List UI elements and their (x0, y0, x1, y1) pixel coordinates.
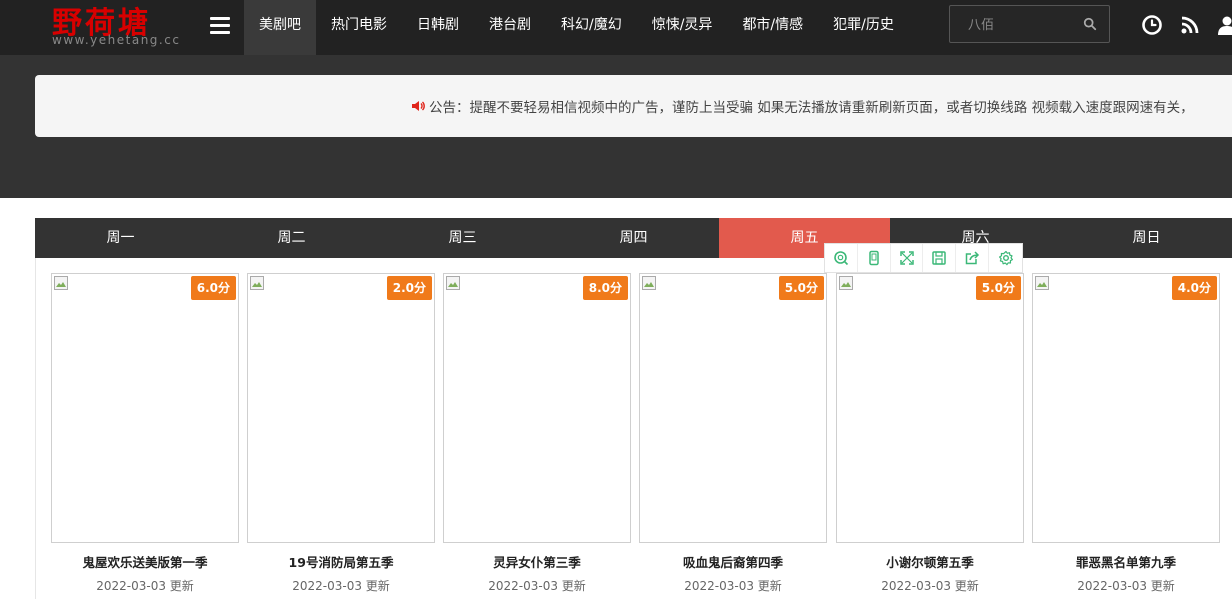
poster-image[interactable]: 4.0分 (1032, 273, 1220, 543)
poster-image[interactable]: 5.0分 (639, 273, 827, 543)
broken-image-icon (446, 276, 460, 290)
toolbar-search-button[interactable] (825, 244, 858, 272)
show-title[interactable]: 小谢尔顿第五季 (836, 552, 1024, 571)
phone-icon (868, 250, 879, 266)
toolbar-share-button[interactable] (956, 244, 990, 272)
nav-item-hk-tw[interactable]: 港台剧 (474, 0, 546, 55)
update-date: 2022-03-03 更新 (684, 579, 782, 593)
toolbar-phone-button[interactable] (858, 244, 891, 272)
show-card[interactable]: 8.0分 灵异女仆第三季 2022-03-03 更新 (443, 273, 631, 594)
poster-image[interactable]: 8.0分 (443, 273, 631, 543)
update-date: 2022-03-03 更新 (488, 579, 586, 593)
score-badge: 6.0分 (190, 276, 236, 300)
show-title[interactable]: 罪恶黑名单第九季 (1032, 552, 1220, 571)
show-card[interactable]: 5.0分 吸血鬼后裔第四季 2022-03-03 更新 (639, 273, 827, 594)
nav-item-movies[interactable]: 热门电影 (316, 0, 402, 55)
tab-thursday[interactable]: 周四 (548, 218, 719, 258)
poster-image[interactable]: 5.0分 (836, 273, 1024, 543)
show-grid: 6.0分 鬼屋欢乐送美版第一季 2022-03-03 更新 2.0分 19号消防… (35, 258, 1232, 599)
nav-item-japan-korea[interactable]: 日韩剧 (402, 0, 474, 55)
notice-line: 公告：提醒不要轻易相信视频中的广告，谨防上当受骗 如果无法播放请重新刷新页面，或… (411, 96, 1194, 116)
nav-item-urban[interactable]: 都市/情感 (727, 0, 818, 55)
show-card[interactable]: 6.0分 鬼屋欢乐送美版第一季 2022-03-03 更新 (51, 273, 239, 594)
logo-url: www.yehetang.cc (52, 33, 181, 47)
poster-image[interactable]: 2.0分 (247, 273, 435, 543)
top-header: 野荷塘 www.yehetang.cc 美剧吧 热门电影 日韩剧 港台剧 科幻/… (0, 0, 1232, 55)
toolbar-expand-button[interactable] (891, 244, 924, 272)
expand-icon (899, 251, 914, 265)
broken-image-icon (250, 276, 264, 290)
notice-box: 公告：提醒不要轻易相信视频中的广告，谨防上当受骗 如果无法播放请重新刷新页面，或… (35, 75, 1232, 137)
update-date: 2022-03-03 更新 (96, 579, 194, 593)
score-badge: 5.0分 (975, 276, 1021, 300)
broken-image-icon (642, 276, 656, 290)
show-title[interactable]: 灵异女仆第三季 (443, 552, 631, 571)
main-nav: 美剧吧 热门电影 日韩剧 港台剧 科幻/魔幻 惊悚/灵异 都市/情感 犯罪/历史 (244, 0, 909, 55)
nav-item-crime[interactable]: 犯罪/历史 (818, 0, 909, 55)
score-badge: 4.0分 (1171, 276, 1217, 300)
show-title[interactable]: 鬼屋欢乐送美版第一季 (51, 552, 239, 571)
nav-item-scifi[interactable]: 科幻/魔幻 (546, 0, 637, 55)
clock-icon[interactable] (1141, 14, 1163, 36)
nav-item-thriller[interactable]: 惊悚/灵异 (637, 0, 728, 55)
show-card[interactable]: 2.0分 19号消防局第五季 2022-03-03 更新 (247, 273, 435, 594)
score-badge: 8.0分 (582, 276, 628, 300)
search-icon[interactable] (1083, 17, 1097, 31)
tab-wednesday[interactable]: 周三 (377, 218, 548, 258)
user-icon[interactable] (1216, 14, 1232, 36)
notice-text: 公告：提醒不要轻易相信视频中的广告，谨防上当受骗 如果无法播放请重新刷新页面，或… (429, 100, 1194, 116)
hamburger-menu-icon[interactable] (210, 17, 230, 35)
settings-icon (998, 250, 1013, 266)
update-date: 2022-03-03 更新 (292, 579, 390, 593)
broken-image-icon (1035, 276, 1049, 290)
show-card[interactable]: 4.0分 罪恶黑名单第九季 2022-03-03 更新 (1032, 273, 1220, 594)
show-card[interactable]: 5.0分 小谢尔顿第五季 2022-03-03 更新 (836, 273, 1024, 594)
broken-image-icon (54, 276, 68, 290)
announcement-band: 公告：提醒不要轻易相信视频中的广告，谨防上当受骗 如果无法播放请重新刷新页面，或… (0, 55, 1232, 198)
tab-tuesday[interactable]: 周二 (206, 218, 377, 258)
speaker-icon (412, 101, 425, 111)
search-icon (834, 251, 848, 266)
update-date: 2022-03-03 更新 (881, 579, 979, 593)
toolbar-settings-button[interactable] (989, 244, 1022, 272)
search-input[interactable] (968, 15, 1078, 35)
weekday-tabs: 周一 周二 周三 周四 周五 周六 周日 (35, 218, 1232, 258)
save-icon (932, 251, 947, 265)
site-logo[interactable]: 野荷塘 www.yehetang.cc (50, 0, 200, 55)
nav-item-meiju[interactable]: 美剧吧 (244, 0, 316, 55)
tab-sunday[interactable]: 周日 (1061, 218, 1232, 258)
show-title[interactable]: 19号消防局第五季 (247, 552, 435, 571)
broken-image-icon (839, 276, 853, 290)
rss-icon[interactable] (1179, 14, 1201, 36)
score-badge: 5.0分 (778, 276, 824, 300)
search-box (949, 5, 1110, 43)
update-date: 2022-03-03 更新 (1077, 579, 1175, 593)
share-icon (965, 251, 980, 265)
poster-image[interactable]: 6.0分 (51, 273, 239, 543)
tab-monday[interactable]: 周一 (35, 218, 206, 258)
toolbar-save-button[interactable] (923, 244, 957, 272)
score-badge: 2.0分 (386, 276, 432, 300)
show-title[interactable]: 吸血鬼后裔第四季 (639, 552, 827, 571)
image-toolbar (824, 243, 1023, 273)
